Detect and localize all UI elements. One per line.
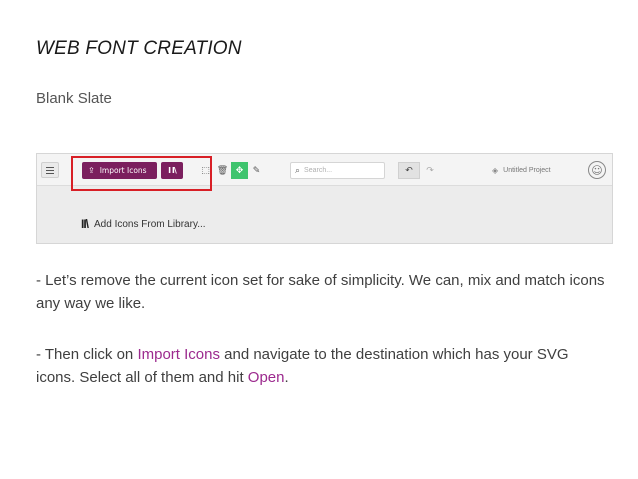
search-placeholder: Search... xyxy=(304,167,333,174)
undo-icon[interactable]: ↶ xyxy=(398,162,420,179)
import-highlight-box xyxy=(71,156,212,191)
trash-icon[interactable]: 🗑 xyxy=(214,162,231,179)
layers-icon: ◈ xyxy=(492,166,499,175)
project-name-label: Untitled Project xyxy=(503,167,551,174)
add-icons-from-library-link[interactable]: II\ Add Icons From Library... xyxy=(81,217,206,231)
history-controls: ↶ ↷ xyxy=(398,162,440,179)
slide-title: WEB FONT CREATION xyxy=(36,38,242,59)
pencil-icon[interactable]: ✎ xyxy=(248,162,265,179)
slide-subtitle: Blank Slate xyxy=(36,90,112,107)
search-input[interactable]: ⌕ Search... xyxy=(290,162,385,179)
instruction-paragraph-1: - Let’s remove the current icon set for … xyxy=(36,272,605,312)
menu-icon xyxy=(46,169,54,171)
p2-prefix: - Then click on xyxy=(36,346,138,363)
library-icon: II\ xyxy=(81,217,89,231)
redo-icon[interactable]: ↷ xyxy=(420,162,440,179)
p2-suffix: . xyxy=(284,369,289,386)
move-icon[interactable]: ✥ xyxy=(231,162,248,179)
smiley-icon[interactable]: ☺ xyxy=(588,161,606,179)
search-icon: ⌕ xyxy=(295,165,301,176)
add-library-label: Add Icons From Library... xyxy=(94,218,206,230)
project-name[interactable]: ◈ Untitled Project xyxy=(492,162,551,179)
instruction-paragraph-2: - Then click on Import Icons and navigat… xyxy=(36,343,606,389)
menu-button[interactable] xyxy=(41,162,59,178)
open-reference: Open xyxy=(247,369,285,386)
import-icons-reference: Import Icons xyxy=(137,346,220,363)
app-screenshot: ⇪ Import Icons I I\ ⬚ 🗑 ✥ ✎ ⌕ Search... … xyxy=(36,153,613,244)
